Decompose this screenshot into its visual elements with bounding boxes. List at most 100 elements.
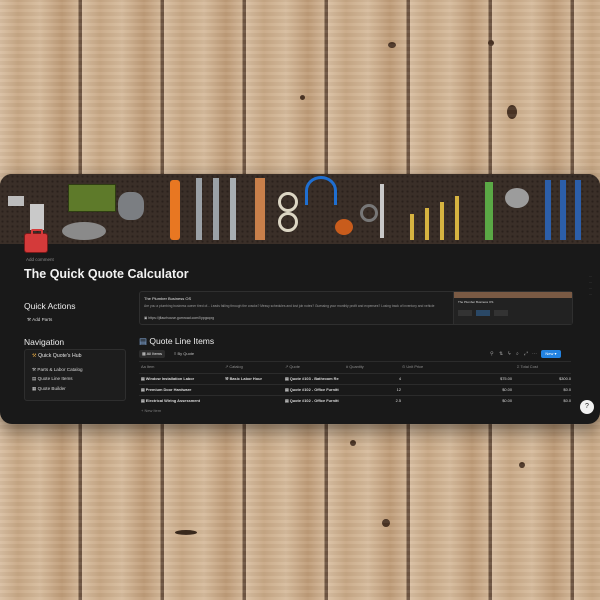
hammer-icon: ⚒ (32, 367, 37, 372)
outline-marker[interactable]: — (589, 274, 592, 278)
thumbnail-block (476, 310, 490, 316)
column-header-quote[interactable]: ↗ Quote (285, 362, 345, 372)
outline-marker[interactable]: — (589, 286, 592, 290)
outline-marker[interactable]: — (589, 292, 592, 296)
cell-item: ▤ Window Installation Labor (141, 376, 195, 381)
wood-knot (300, 95, 305, 100)
cell-text: Quote #103 - Bathroom Re (289, 376, 339, 381)
tool-icon (380, 184, 384, 238)
cell-quote: ▤ Quote #102 - Office Furnitt (285, 398, 339, 403)
hammer-icon: ⚒ (32, 353, 37, 359)
database-title-text: Quote Line Items (149, 336, 215, 346)
new-item-button[interactable]: + New item (141, 408, 161, 413)
page-icon: ▤ (32, 376, 37, 381)
column-header-label: Unit Price (406, 364, 424, 369)
table-icon: ▦ (142, 351, 146, 356)
cell-catalog: ⚒ Basic Labor Hour (225, 376, 263, 381)
tool-icon (410, 214, 414, 240)
cell-catalog (225, 396, 280, 406)
column-header-total-cost[interactable]: Σ Total Cost (517, 362, 571, 372)
thumbnail-banner (454, 292, 572, 298)
cell-catalog (225, 385, 280, 395)
help-button[interactable]: ? (580, 400, 594, 414)
cell-total-cost: $300.0 (559, 376, 571, 381)
wood-knot (519, 462, 525, 468)
cell-quantity: 12 (396, 387, 401, 392)
database-title: ▤ Quote Line Items (139, 336, 214, 347)
tool-icon (505, 188, 529, 208)
column-header-label: Item (146, 364, 155, 369)
tool-icon (485, 182, 493, 240)
table-row[interactable]: ▤ Window Installation Labor ⚒ Basic Labo… (139, 373, 571, 384)
cell-unit-price: $75.00 (500, 376, 512, 381)
cover-image (0, 174, 600, 244)
nav-item-label: Quote Builder (37, 386, 66, 391)
expand-icon[interactable]: ⤢ (524, 351, 528, 357)
column-header-unit-price[interactable]: ⊙ Unit Price (402, 362, 512, 372)
tool-icon (455, 196, 459, 240)
column-header-item[interactable]: Aa Item (141, 362, 221, 372)
nav-item-label: Quote Line Items (37, 376, 73, 381)
cell-quantity: 2.5 (395, 398, 401, 403)
sort-icon[interactable]: ⇅ (499, 351, 503, 357)
tool-icon (575, 180, 581, 240)
page-icon: ▤ (139, 336, 148, 346)
column-header-catalog[interactable]: ↗ Catalog (225, 362, 280, 372)
tool-icon (335, 219, 353, 235)
search-icon[interactable]: ⌕ (516, 351, 519, 357)
add-parts-link[interactable]: ⚒ Add Parts (27, 317, 52, 323)
tool-icon (170, 180, 180, 240)
link-icon: ▣ (144, 316, 148, 320)
tool-icon (255, 178, 265, 240)
hub-label: Quick Quote's Hub (38, 353, 82, 359)
cell-unit-price: $0.00 (502, 398, 512, 403)
navigation-box: ⚒ Quick Quote's Hub ⚒ Parts & Labor Cata… (24, 349, 126, 401)
nav-item-parts-labor-catalog[interactable]: ⚒ Parts & Labor Catalog (32, 367, 83, 373)
table-row[interactable]: ▤ Electrical Wiring Assessment ▤ Quote #… (139, 395, 571, 406)
filter-icon[interactable]: ⚲ (490, 351, 494, 357)
nav-item-quote-builder[interactable]: ▦ Quote Builder (32, 386, 66, 392)
tool-icon (305, 176, 337, 205)
new-button[interactable]: New ▾ (541, 350, 561, 358)
nav-item-quote-line-items[interactable]: ▤ Quote Line Items (32, 376, 73, 382)
column-header-quantity[interactable]: # Quantity (346, 362, 401, 372)
wood-knot (388, 42, 396, 48)
tool-icon (360, 204, 378, 222)
tool-icon (545, 180, 551, 240)
hammer-icon: ⚒ (27, 317, 32, 322)
cell-quote: ▤ Quote #103 - Bathroom Re (285, 376, 339, 381)
wood-knot (175, 530, 197, 535)
hub-link[interactable]: ⚒ Quick Quote's Hub (32, 353, 81, 359)
cell-item: ▤ Electrical Wiring Assessment (141, 398, 201, 403)
column-header-label: Quote (289, 364, 300, 369)
lightning-icon[interactable]: ϟ (508, 351, 511, 357)
page-title: The Quick Quote Calculator (24, 267, 189, 281)
cell-text: Window Installation Labor (145, 376, 195, 381)
tool-icon (560, 180, 566, 240)
more-icon[interactable]: ⋯ (532, 351, 537, 357)
bookmark-link[interactable]: ▣ https://jflaurhouse.gumroad.com/l/ypgc… (144, 316, 214, 320)
cell-text: Electrical Wiring Assessment (145, 398, 201, 403)
tool-icon (230, 178, 236, 240)
thumbnail-title: The Plumber Business OS (458, 300, 494, 304)
quick-actions-heading: Quick Actions (24, 301, 76, 311)
tab-all-items[interactable]: ▦ All Items (139, 350, 166, 358)
cell-unit-price: $0.00 (502, 387, 512, 392)
tool-icon (196, 178, 202, 240)
column-header-label: Total Cost (520, 364, 538, 369)
outline-marker[interactable]: — (589, 280, 592, 284)
app-window: Add comment The Quick Quote Calculator Q… (0, 174, 600, 424)
tab-by-quote[interactable]: ≡ By Quote (171, 350, 197, 358)
new-button-label: New (545, 351, 554, 356)
table-row[interactable]: ▤ Premium Door Hardware ▤ Quote #102 - O… (139, 384, 571, 395)
cell-total-cost: $0.0 (563, 398, 571, 403)
wood-knot (350, 440, 356, 446)
cell-quantity: 4 (398, 376, 401, 381)
tab-label: By Quote (177, 351, 195, 356)
bookmark-thumbnail: The Plumber Business OS (453, 292, 572, 324)
bookmark-card[interactable]: The Plumber Business OS Are you a plumbi… (139, 291, 573, 325)
table-header: Aa Item ↗ Catalog ↗ Quote # Quantity ⊙ U… (139, 361, 571, 372)
add-parts-label: Add Parts (32, 317, 53, 322)
cell-quote: ▤ Quote #102 - Office Furnitt (285, 387, 339, 392)
add-comment-link[interactable]: Add comment (26, 257, 54, 262)
